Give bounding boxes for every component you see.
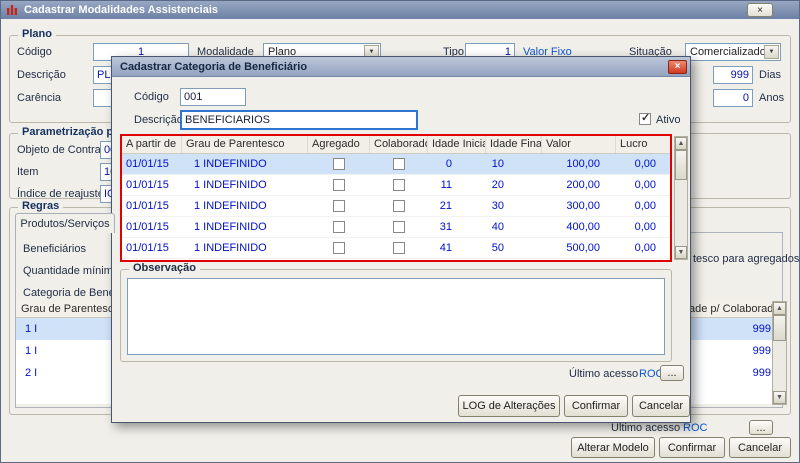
descricao-label: Descrição bbox=[17, 69, 66, 81]
table-row[interactable]: 01/01/15 1 INDEFINIDO 31 40 400,00 0,00 bbox=[122, 217, 670, 238]
tab-produtos-servicos[interactable]: Produtos/Serviços bbox=[15, 213, 115, 233]
objeto-contrato-label: Objeto de Contrato bbox=[17, 144, 110, 156]
parentesco-agregados-label: tesco para agregados bbox=[693, 253, 800, 265]
ativo-label: Ativo bbox=[656, 114, 681, 126]
dialog-close-button[interactable]: × bbox=[668, 60, 687, 74]
indice-reajuste-label: Índice de reajuste bbox=[17, 188, 104, 200]
window-box-button[interactable]: × bbox=[747, 3, 773, 17]
col-header-grau-parentesco[interactable]: Grau de Parentesco bbox=[21, 303, 119, 315]
ellipsis-icon: ... bbox=[667, 367, 677, 379]
scroll-up-icon[interactable]: ▲ bbox=[773, 302, 786, 315]
ativo-checkbox[interactable]: ✓ bbox=[639, 112, 651, 125]
situacao-select[interactable]: Comercializado ▼ bbox=[685, 43, 781, 61]
agregado-checkbox[interactable] bbox=[333, 179, 345, 191]
grid-header-row: A partir de Grau de Parentesco Agregado … bbox=[122, 136, 670, 154]
col-header-idade-inicial[interactable]: Idade Inicial bbox=[428, 136, 486, 153]
carencia-label: Carência bbox=[17, 92, 62, 104]
col-header-a-partir-de[interactable]: A partir de bbox=[122, 136, 182, 153]
dialog-codigo-input[interactable] bbox=[180, 88, 246, 106]
close-icon: × bbox=[674, 61, 681, 72]
scroll-up-icon[interactable]: ▲ bbox=[675, 137, 687, 150]
dias-input[interactable] bbox=[713, 66, 753, 84]
dialog-confirmar-button[interactable]: Confirmar bbox=[564, 395, 628, 417]
categoria-beneficiario-dialog: Cadastrar Categoria de Beneficiário × Có… bbox=[111, 56, 691, 423]
agregado-checkbox[interactable] bbox=[333, 242, 345, 254]
col-header-lucro[interactable]: Lucro bbox=[616, 136, 670, 153]
table-row[interactable]: 01/01/15 1 INDEFINIDO 11 20 200,00 0,00 bbox=[122, 175, 670, 196]
ultimo-acesso-label: Último acesso bbox=[611, 422, 681, 434]
col-header-idade-final[interactable]: Idade Final bbox=[486, 136, 542, 153]
table-row[interactable]: 01/01/15 1 INDEFINIDO 41 50 500,00 0,00 bbox=[122, 238, 670, 259]
chevron-down-icon[interactable]: ▼ bbox=[764, 45, 779, 59]
check-icon: ✓ bbox=[641, 112, 651, 124]
col-header-idade-colaborador[interactable]: ade p/ Colaborador bbox=[689, 303, 783, 315]
codigo-label: Código bbox=[17, 46, 52, 58]
dialog-ultimo-acesso-browse-button[interactable]: ... bbox=[660, 365, 684, 381]
dialog-ultimo-acesso-label: Último acesso bbox=[569, 368, 639, 380]
dias-label: Dias bbox=[759, 69, 782, 81]
colaborador-checkbox[interactable] bbox=[393, 200, 405, 212]
dialog-cancelar-button[interactable]: Cancelar bbox=[632, 395, 690, 417]
colaborador-checkbox[interactable] bbox=[393, 221, 405, 233]
app-icon bbox=[6, 4, 18, 16]
anos-input[interactable] bbox=[713, 89, 753, 107]
main-window: Cadastrar Modalidades Assistenciais × Pl… bbox=[0, 0, 800, 463]
log-alteracoes-button[interactable]: LOG de Alterações bbox=[458, 395, 560, 417]
plano-legend: Plano bbox=[18, 28, 56, 40]
observacao-legend: Observação bbox=[129, 262, 200, 274]
ultimo-acesso-browse-button[interactable]: ... bbox=[749, 420, 773, 435]
cancelar-button[interactable]: Cancelar bbox=[729, 437, 791, 458]
table-row[interactable]: 01/01/15 1 INDEFINIDO 0 10 100,00 0,00 bbox=[122, 154, 670, 175]
agregado-checkbox[interactable] bbox=[333, 200, 345, 212]
agregado-checkbox[interactable] bbox=[333, 158, 345, 170]
beneficiarios-label: Beneficiários bbox=[23, 243, 86, 255]
agregado-checkbox[interactable] bbox=[333, 221, 345, 233]
col-header-colaborador[interactable]: Colaborador bbox=[370, 136, 428, 153]
dialog-codigo-label: Código bbox=[134, 91, 169, 103]
table-row[interactable]: 01/01/15 1 INDEFINIDO 21 30 300,00 0,00 bbox=[122, 196, 670, 217]
dialog-grid-scrollbar[interactable]: ▲ ▼ bbox=[674, 136, 688, 260]
col-header-grau-parentesco[interactable]: Grau de Parentesco bbox=[182, 136, 308, 153]
dialog-descricao-input[interactable] bbox=[180, 110, 418, 130]
main-titlebar: Cadastrar Modalidades Assistenciais bbox=[1, 1, 799, 19]
scrollbar-thumb[interactable] bbox=[773, 315, 786, 341]
quantidade-minima-label: Quantidade mínima bbox=[23, 265, 119, 277]
col-header-agregado[interactable]: Agregado bbox=[308, 136, 370, 153]
anos-label: Anos bbox=[759, 92, 785, 104]
regras-legend: Regras bbox=[18, 200, 64, 212]
colaborador-checkbox[interactable] bbox=[393, 242, 405, 254]
scroll-down-icon[interactable]: ▼ bbox=[773, 391, 786, 404]
col-header-valor[interactable]: Valor bbox=[542, 136, 616, 153]
scrollbar-thumb[interactable] bbox=[675, 150, 687, 180]
close-box-icon: × bbox=[757, 4, 763, 16]
main-window-title: Cadastrar Modalidades Assistenciais bbox=[24, 4, 219, 16]
ellipsis-icon: ... bbox=[756, 421, 766, 434]
alterar-modelo-button[interactable]: Alterar Modelo bbox=[571, 437, 655, 458]
dialog-titlebar: Cadastrar Categoria de Beneficiário bbox=[112, 57, 690, 77]
colaborador-checkbox[interactable] bbox=[393, 179, 405, 191]
dialog-title: Cadastrar Categoria de Beneficiário bbox=[120, 60, 308, 73]
confirmar-button[interactable]: Confirmar bbox=[659, 437, 725, 458]
observacao-textarea[interactable] bbox=[127, 278, 665, 355]
dialog-descricao-label: Descrição bbox=[134, 114, 183, 126]
item-label: Item bbox=[17, 166, 39, 178]
ultimo-acesso-user: ROC bbox=[683, 422, 708, 434]
scroll-down-icon[interactable]: ▼ bbox=[675, 246, 687, 259]
main-grid-scrollbar[interactable]: ▲ ▼ bbox=[772, 301, 787, 405]
beneficiary-category-grid: A partir de Grau de Parentesco Agregado … bbox=[122, 136, 670, 260]
colaborador-checkbox[interactable] bbox=[393, 158, 405, 170]
